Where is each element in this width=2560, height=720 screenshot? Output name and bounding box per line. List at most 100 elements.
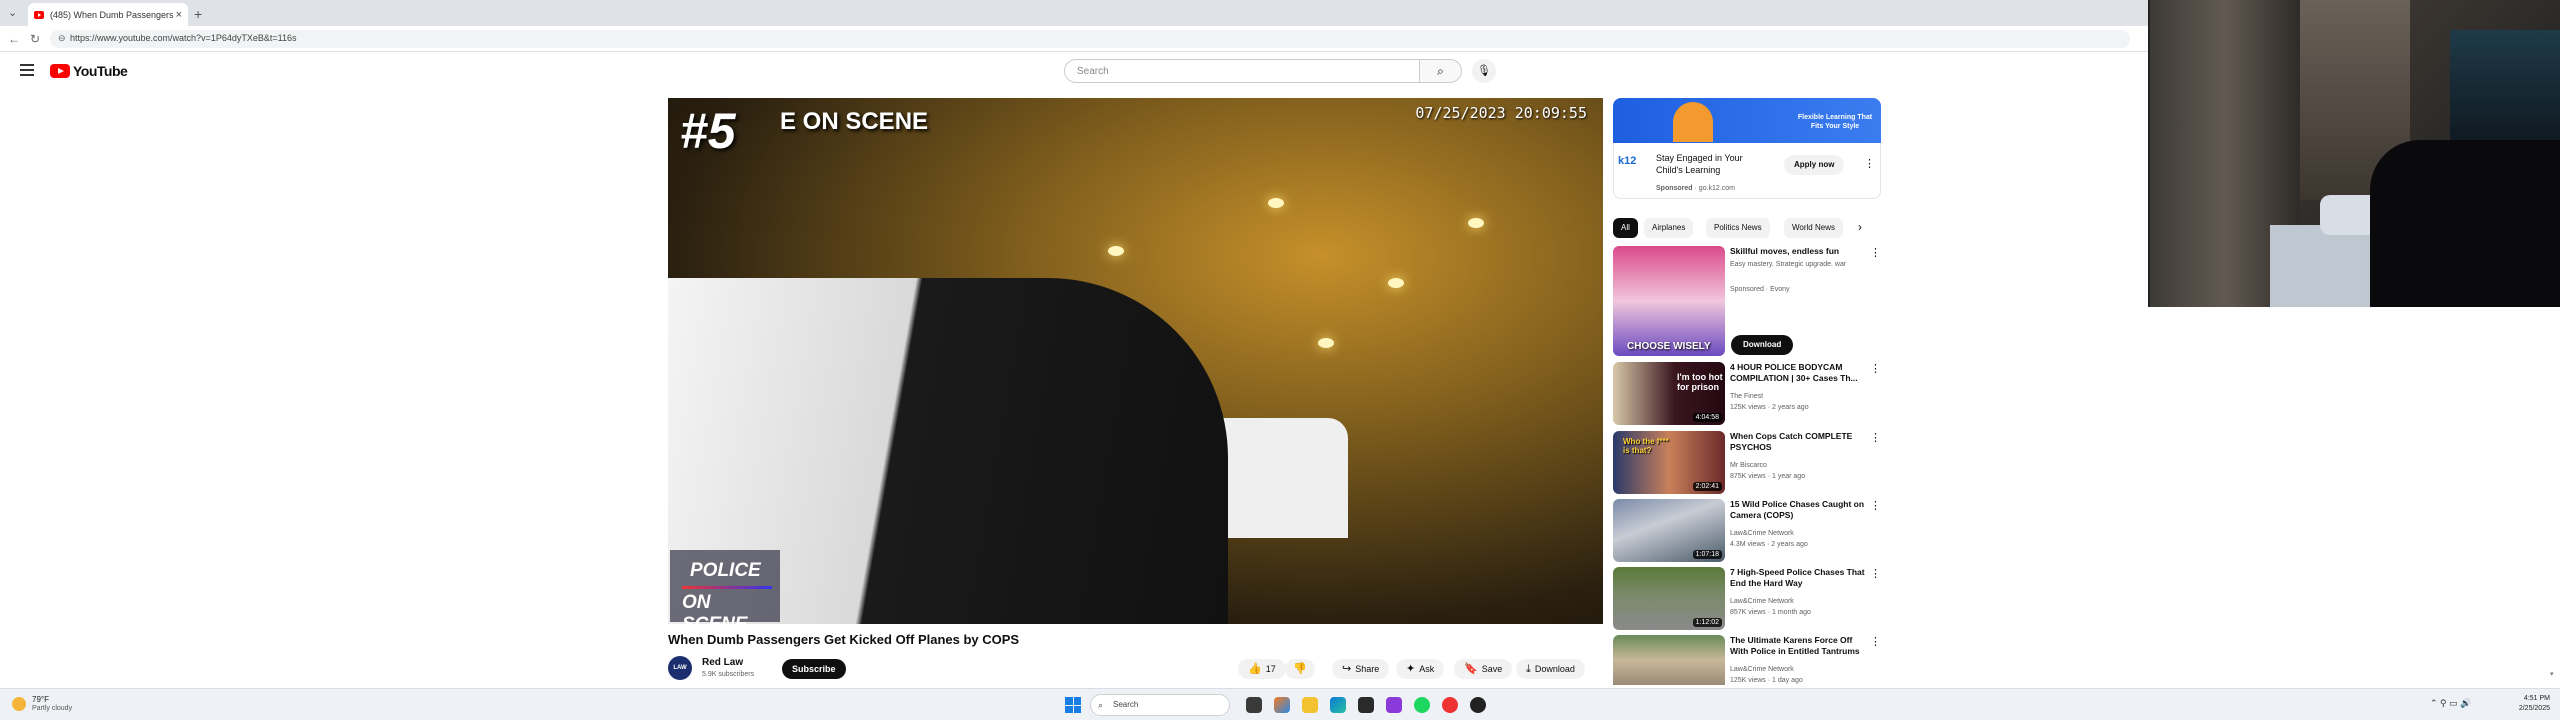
obs-icon[interactable] (1470, 697, 1486, 713)
clock-date: 2/25/2025 (2518, 705, 2550, 712)
close-tab-icon[interactable]: × (176, 9, 182, 21)
rec-thumbnail[interactable]: 1:12:02 (1613, 567, 1725, 630)
rec-thumb-text: CHOOSE WISELY (1627, 341, 1711, 352)
rec-thumbnail[interactable]: I'm too hot for prison 4:04:58 (1613, 362, 1725, 425)
more-options-icon[interactable]: ⋮ (1870, 246, 1881, 259)
badge-line1: POLICE (690, 560, 761, 581)
dislike-button[interactable]: 👎 (1285, 659, 1315, 679)
store-icon[interactable] (1358, 697, 1374, 713)
browser-tab[interactable]: (485) When Dumb Passengers × (28, 3, 188, 26)
rec-meta: 4.3M views · 2 years ago (1730, 541, 1808, 548)
search-button[interactable]: ⌕ (1420, 59, 1462, 83)
badge-stripe (682, 586, 772, 589)
more-options-icon[interactable]: ⋮ (1864, 157, 1875, 170)
weather-sun-icon (12, 697, 26, 711)
taskbar-search[interactable]: ⌕ Search (1090, 694, 1230, 716)
more-options-icon[interactable]: ⋮ (1870, 567, 1881, 580)
like-button[interactable]: 👍 17 (1238, 659, 1286, 679)
url-field[interactable]: ⊖ https://www.youtube.com/watch?v=1P64dy… (50, 30, 2130, 48)
weather-widget[interactable]: 79°F Partly cloudy (12, 695, 72, 713)
video-player[interactable]: #5 E ON SCENE 07/25/2023 20:09:55 POLICE… (668, 98, 1603, 624)
mic-icon: 🎙 (1477, 65, 1491, 77)
system-tray-icons[interactable]: ⌃ ⚲ ▭ 🔊 (2430, 698, 2471, 709)
rec-thumbnail[interactable]: Who the f*** is that? 2:02:41 (1613, 431, 1725, 494)
bodycam-timestamp: 07/25/2023 20:09:55 (1415, 104, 1587, 122)
recommendation-item[interactable]: I'm too hot for prison 4:04:58 4 HOUR PO… (1613, 362, 1883, 425)
rec-channel: Mr Biscarco (1730, 462, 1767, 469)
rec-title: 15 Wild Police Chases Caught on Camera (… (1730, 499, 1865, 520)
site-info-icon[interactable]: ⊖ (58, 33, 66, 44)
ad-download-button[interactable]: Download (1731, 335, 1794, 355)
reload-icon[interactable]: ↻ (30, 32, 40, 46)
search-icon: ⌕ (1437, 64, 1444, 78)
share-button[interactable]: ↪ Share (1332, 659, 1390, 679)
thumbs-up-icon: 👍 (1248, 663, 1262, 675)
chevron-right-icon[interactable]: › (1858, 220, 1862, 234)
search-input[interactable]: Search (1064, 59, 1420, 83)
sparkle-icon: ✦ (1406, 663, 1416, 675)
more-options-icon[interactable]: ⋮ (1870, 499, 1881, 512)
youtube-favicon-icon (34, 10, 44, 19)
chip-politics-news[interactable]: Politics News (1706, 218, 1770, 238)
spotify-icon[interactable] (1414, 697, 1430, 713)
rec-title: The Ultimate Karens Force Off With Polic… (1730, 635, 1860, 656)
app-icon[interactable] (1386, 697, 1402, 713)
thumbs-down-icon: 👎 (1293, 663, 1307, 675)
widgets-icon[interactable] (1274, 697, 1290, 713)
save-button[interactable]: 🔖 Save (1454, 659, 1513, 679)
tab-title: (485) When Dumb Passengers (50, 9, 174, 20)
ad-banner[interactable]: Flexible Learning That Fits Your Style (1613, 98, 1881, 143)
rec-meta: Sponsored · Evony (1730, 286, 1790, 293)
scroll-down-arrow-icon[interactable]: ▾ (2550, 670, 2554, 678)
rec-meta: 875K views · 1 year ago (1730, 473, 1806, 480)
taskbar-clock[interactable]: 4:51 PM 2/25/2025 (2506, 694, 2550, 714)
new-tab-icon[interactable]: + (194, 6, 202, 22)
more-options-icon[interactable]: ⋮ (1870, 431, 1881, 444)
ad-card[interactable]: k12 Stay Engaged in Your Child's Learnin… (1613, 143, 1881, 199)
police-on-scene-badge: POLICE ON SCENE (670, 550, 780, 624)
recommendation-item[interactable]: Who the f*** is that? 2:02:41 When Cops … (1613, 431, 1883, 494)
download-button[interactable]: ⤓ Download (1516, 659, 1585, 679)
youtube-logo[interactable]: YouTube (50, 63, 128, 79)
chip-all[interactable]: All (1613, 218, 1638, 238)
youtube-wordmark: YouTube (73, 63, 128, 79)
task-view-icon[interactable] (1246, 697, 1262, 713)
edge-icon[interactable] (1330, 697, 1346, 713)
rec-duration: 2:02:41 (1692, 482, 1722, 491)
like-count: 17 (1265, 664, 1276, 674)
chrome-icon[interactable] (1442, 697, 1458, 713)
webcam-couch (2370, 140, 2560, 307)
more-options-icon[interactable]: ⋮ (1870, 362, 1881, 375)
hamburger-menu-icon[interactable] (20, 64, 34, 79)
recommendation-item[interactable]: 1:12:02 7 High-Speed Police Chases That … (1613, 567, 1883, 630)
channel-avatar[interactable]: LAW (668, 656, 692, 680)
more-options-icon[interactable]: ⋮ (1870, 635, 1881, 648)
clock-time: 4:51 PM (2523, 695, 2550, 702)
chip-airplanes[interactable]: Airplanes (1644, 218, 1694, 238)
ad-mascot-image (1673, 102, 1713, 142)
rec-thumbnail[interactable] (1613, 635, 1725, 685)
start-button-windows-icon[interactable] (1065, 697, 1081, 713)
voice-search-button[interactable]: 🎙 (1472, 59, 1496, 83)
recommendation-item[interactable]: The Ultimate Karens Force Off With Polic… (1613, 635, 1883, 685)
tab-list-chevron-icon[interactable]: ⌄ (8, 6, 17, 19)
rec-thumbnail[interactable]: CHOOSE WISELY (1613, 246, 1725, 356)
back-icon[interactable]: ← (8, 32, 20, 46)
ceiling-light (1388, 278, 1404, 288)
weather-desc: Partly cloudy (32, 705, 73, 712)
recommendation-item[interactable]: 1:07:18 15 Wild Police Chases Caught on … (1613, 499, 1883, 562)
subscribe-button[interactable]: Subscribe (782, 659, 846, 679)
rec-meta: 125K views · 1 day ago (1730, 677, 1803, 684)
show-title-overlay: E ON SCENE (780, 108, 929, 135)
rec-thumbnail[interactable]: 1:07:18 (1613, 499, 1725, 562)
rec-duration: 4:04:58 (1692, 413, 1722, 422)
badge-line2: ON SCENE (682, 592, 747, 624)
chip-world-news[interactable]: World News (1784, 218, 1843, 238)
ask-button[interactable]: ✦ Ask (1396, 659, 1445, 679)
ceiling-light (1318, 338, 1334, 348)
apply-now-button[interactable]: Apply now (1784, 155, 1845, 175)
rec-duration: 1:07:18 (1692, 550, 1722, 559)
file-explorer-icon[interactable] (1302, 697, 1318, 713)
channel-name[interactable]: Red Law (702, 657, 743, 668)
rec-channel: Easy mastery. Strategic upgrade. war (1730, 261, 1847, 268)
